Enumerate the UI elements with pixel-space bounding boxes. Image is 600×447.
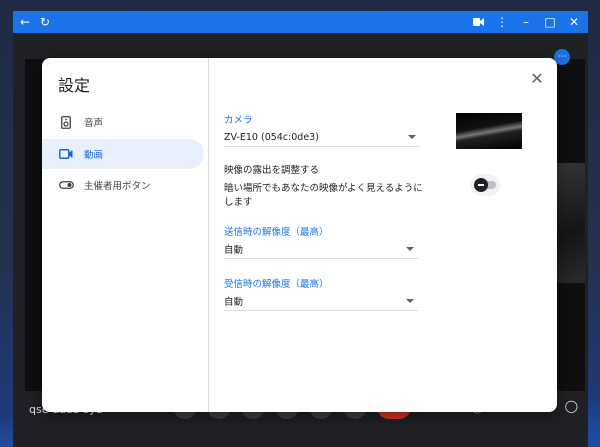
- video-settings-panel: カメラ ZV-E10 (054c:0de3) 映像の露出を調整する 暗い場所でも…: [224, 58, 544, 412]
- back-icon[interactable]: ←: [15, 11, 35, 33]
- send-resolution-select[interactable]: 自動: [224, 240, 418, 259]
- nav-label: 主催者用ボタン: [84, 181, 151, 192]
- chevron-down-icon: [406, 247, 414, 251]
- exposure-description-line1: 暗い場所でもあなたの映像がよく見えるように: [224, 183, 423, 194]
- speaker-icon: [48, 115, 84, 129]
- toggle-icon: [48, 181, 84, 189]
- minimize-icon[interactable]: –: [514, 11, 538, 33]
- nav-label: 動画: [84, 150, 104, 161]
- receive-resolution-value: 自動: [224, 297, 244, 308]
- maximize-icon[interactable]: □: [538, 11, 562, 33]
- chevron-down-icon: [406, 299, 414, 303]
- chevron-down-icon: [408, 135, 416, 139]
- settings-dialog: 設定 音声 動画 主催者用ボタン ✕ カメラ ZV-E10 (054c:0de3…: [42, 58, 557, 412]
- camera-select[interactable]: ZV-E10 (054c:0de3): [224, 128, 420, 147]
- send-resolution-value: 自動: [224, 245, 244, 256]
- dialog-title: 設定: [58, 76, 91, 95]
- exposure-toggle[interactable]: [470, 174, 500, 196]
- exposure-title: 映像の露出を調整する: [224, 165, 320, 176]
- reload-icon[interactable]: ↻: [35, 11, 55, 33]
- videocam-icon: [48, 149, 84, 159]
- exposure-description-line2: します: [224, 197, 253, 208]
- nav-item-audio[interactable]: 音声: [42, 107, 204, 137]
- camera-select-value: ZV-E10 (054c:0de3): [224, 131, 319, 143]
- receive-resolution-label: 受信時の解像度（最高）: [224, 279, 329, 290]
- nav-label: 音声: [84, 118, 104, 129]
- close-icon[interactable]: ✕: [562, 11, 586, 33]
- toggle-knob: [474, 178, 488, 192]
- receive-resolution-select[interactable]: 自動: [224, 292, 418, 311]
- title-bar: ← ↻ ⋮ – □ ✕: [13, 11, 588, 33]
- nav-item-video[interactable]: 動画: [42, 139, 204, 169]
- send-resolution-label: 送信時の解像度（最高）: [224, 227, 329, 238]
- host-controls-icon[interactable]: ◯: [565, 399, 578, 416]
- settings-sidebar: 設定 音声 動画 主催者用ボタン: [42, 58, 209, 412]
- camera-label: カメラ: [224, 115, 253, 126]
- camera-icon[interactable]: [466, 11, 490, 33]
- more-vert-icon[interactable]: ⋮: [490, 11, 514, 33]
- camera-preview: [456, 113, 522, 149]
- nav-item-host-controls[interactable]: 主催者用ボタン: [42, 170, 204, 200]
